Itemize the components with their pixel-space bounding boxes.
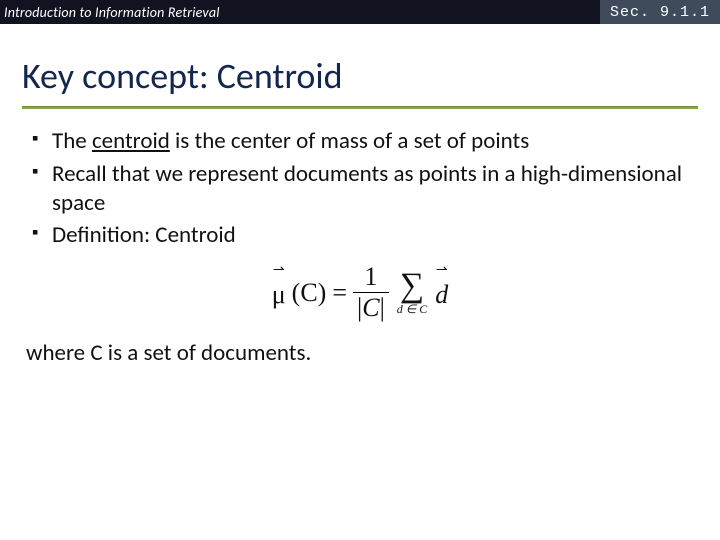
mu-vector: ⇀ μ (272, 276, 286, 310)
centroid-formula: ⇀ μ (C) = 1 |C| ∑ d ∈ C ⇀ d (0, 264, 720, 321)
arg: (C) (292, 278, 327, 308)
bar-r: | (380, 293, 385, 322)
bullet-list: The centroid is the center of mass of a … (26, 127, 694, 250)
title-underline (22, 106, 698, 109)
body: The centroid is the center of mass of a … (0, 127, 720, 250)
bullet-item: The centroid is the center of mass of a … (26, 127, 694, 156)
summation: ∑ d ∈ C (397, 271, 427, 315)
den-c: C (362, 293, 379, 322)
numerator: 1 (360, 264, 381, 292)
slide-title: Key concept: Centroid (0, 24, 720, 106)
header-bar: Introduction to Information Retrieval Se… (0, 0, 720, 24)
tail-text: where C is a set of documents. (0, 339, 720, 367)
vector-arrow-icon: ⇀ (273, 266, 285, 276)
bullet-item: Definition: Centroid (26, 221, 694, 250)
text: Definition: Centroid (52, 221, 236, 249)
vector-arrow-icon: ⇀ (436, 266, 448, 276)
text: Recall that we represent documents as po… (52, 160, 682, 217)
mu: μ (272, 280, 286, 309)
d: d (435, 280, 448, 309)
denominator: |C| (353, 292, 389, 321)
fraction: 1 |C| (353, 264, 389, 321)
equals: = (332, 278, 347, 308)
text: The (52, 127, 92, 155)
course-title: Introduction to Information Retrieval (4, 4, 220, 21)
section-badge: Sec. 9.1.1 (600, 0, 720, 24)
sigma-icon: ∑ (400, 271, 424, 301)
bullet-item: Recall that we represent documents as po… (26, 160, 694, 218)
underlined-term: centroid (92, 127, 170, 155)
text: is the center of mass of a set of points (170, 127, 529, 155)
sigma-sub: d ∈ C (397, 303, 427, 315)
d-vector: ⇀ d (435, 276, 448, 310)
